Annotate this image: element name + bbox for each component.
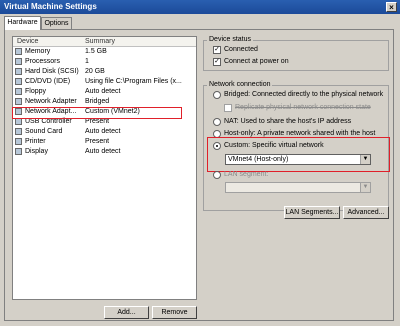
- lan-segments-button[interactable]: LAN Segments...: [284, 206, 340, 219]
- connected-checkbox[interactable]: ✓: [213, 46, 221, 54]
- connect-at-power-on-checkbox[interactable]: ✓: [213, 58, 221, 66]
- device-row[interactable]: CD/DVD (IDE) Using file C:\Program Files …: [13, 77, 196, 86]
- device-summary: Present: [85, 138, 110, 145]
- bridged-label: Bridged: Connected directly to the physi…: [224, 91, 384, 98]
- remove-button[interactable]: Remove: [152, 306, 197, 319]
- close-icon[interactable]: ×: [386, 2, 397, 12]
- device-row[interactable]: Display Auto detect: [13, 147, 196, 156]
- title-bar: Virtual Machine Settings ×: [0, 0, 400, 14]
- device-name: Network Adapter: [25, 98, 77, 105]
- device-row[interactable]: Network Adapter Bridged: [13, 97, 196, 106]
- device-summary: Auto detect: [85, 148, 121, 155]
- device-row[interactable]: Hard Disk (SCSI) 20 GB: [13, 67, 196, 76]
- device-row[interactable]: Sound Card Auto detect: [13, 127, 196, 136]
- summary-column-header[interactable]: Summary: [85, 37, 115, 46]
- device-summary: Auto detect: [85, 88, 121, 95]
- processor-icon: [15, 58, 22, 65]
- lan-segment-radio[interactable]: [213, 171, 221, 179]
- device-name: CD/DVD (IDE): [25, 78, 71, 85]
- virtual-machine-settings-window: Virtual Machine Settings × Hardware Opti…: [0, 0, 400, 326]
- lan-segment-select[interactable]: ▼: [225, 182, 371, 193]
- cd-dvd-icon: [15, 78, 22, 85]
- memory-icon: [15, 48, 22, 55]
- network-icon: [15, 98, 22, 105]
- window-title: Virtual Machine Settings: [4, 2, 97, 11]
- device-name: Floppy: [25, 88, 47, 95]
- device-summary: Using file C:\Program Files (x...: [85, 78, 182, 85]
- device-summary: 20 GB: [85, 68, 105, 75]
- device-row[interactable]: Memory 1.5 GB: [13, 47, 196, 56]
- bridged-radio[interactable]: [213, 91, 221, 99]
- replicate-checkbox[interactable]: [224, 104, 232, 112]
- highlight-box-network-adapter: [12, 107, 182, 119]
- replicate-label: Replicate physical network connection st…: [235, 104, 371, 111]
- add-button[interactable]: Add...: [104, 306, 149, 319]
- connected-label: Connected: [224, 46, 258, 53]
- display-icon: [15, 148, 22, 155]
- device-name: Hard Disk (SCSI): [25, 68, 79, 75]
- network-connection-label: Network connection: [207, 81, 273, 89]
- device-name: Display: [25, 148, 48, 155]
- device-row[interactable]: Printer Present: [13, 137, 196, 146]
- device-summary: Auto detect: [85, 128, 121, 135]
- floppy-icon: [15, 88, 22, 95]
- device-row[interactable]: Processors 1: [13, 57, 196, 66]
- device-summary: Bridged: [85, 98, 110, 105]
- device-name: Processors: [25, 58, 61, 65]
- sound-icon: [15, 128, 22, 135]
- tab-hardware[interactable]: Hardware: [4, 16, 41, 30]
- chevron-down-icon[interactable]: ▼: [360, 183, 370, 192]
- device-status-label: Device status: [207, 36, 254, 44]
- lan-segment-label: LAN segment:: [224, 171, 269, 178]
- device-column-header[interactable]: Device: [17, 37, 38, 46]
- device-name: Sound Card: [25, 128, 63, 135]
- highlight-box-custom: [207, 137, 390, 172]
- printer-icon: [15, 138, 22, 145]
- hard-disk-icon: [15, 68, 22, 75]
- nat-radio[interactable]: [213, 118, 221, 126]
- advanced-button[interactable]: Advanced...: [343, 206, 389, 219]
- tab-options[interactable]: Options: [41, 17, 72, 29]
- device-summary: 1: [85, 58, 89, 65]
- device-name: Memory: [25, 48, 51, 55]
- device-list-header: Device Summary: [13, 37, 196, 47]
- device-name: Printer: [25, 138, 46, 145]
- connect-at-power-on-label: Connect at power on: [224, 58, 289, 65]
- usb-icon: [15, 118, 22, 125]
- device-list[interactable]: Device Summary Memory 1.5 GB Processors 1 Ha…: [12, 36, 197, 300]
- device-row[interactable]: Floppy Auto detect: [13, 87, 196, 96]
- device-summary: 1.5 GB: [85, 48, 107, 55]
- nat-label: NAT: Used to share the host's IP address: [224, 118, 352, 125]
